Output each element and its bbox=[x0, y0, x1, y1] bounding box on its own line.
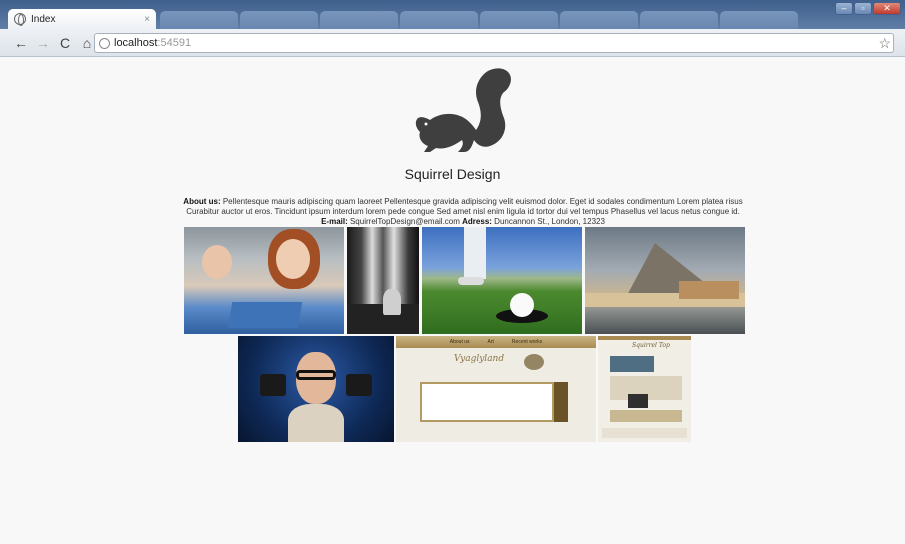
email-label: E-mail: bbox=[321, 217, 348, 226]
background-tab[interactable] bbox=[400, 11, 478, 29]
about-text: Pellentesque mauris adipiscing quam laor… bbox=[186, 197, 743, 216]
portfolio-image-website-2[interactable]: Squirrel Top bbox=[598, 336, 691, 442]
minimize-button[interactable]: – bbox=[835, 2, 853, 15]
photo-detail bbox=[346, 374, 372, 396]
address-label: Adress: bbox=[462, 217, 492, 226]
photo-detail bbox=[610, 356, 654, 372]
photo-detail bbox=[458, 277, 484, 285]
back-icon[interactable]: ← bbox=[12, 34, 30, 52]
url-port: :54591 bbox=[157, 37, 192, 49]
site-title: Squirrel Design bbox=[404, 166, 501, 182]
photo-detail bbox=[296, 370, 336, 380]
browser-tab-bar: Index × – ▫ ✕ bbox=[0, 0, 905, 29]
browser-toolbar: ← → C ⌂ localhost:54591 ☆ bbox=[0, 29, 905, 57]
photo-detail bbox=[598, 336, 691, 340]
photo-detail bbox=[602, 428, 687, 438]
address-bar[interactable]: localhost:54591 ☆ bbox=[94, 33, 894, 53]
tab-index[interactable]: Index × bbox=[8, 9, 156, 29]
mock-script-title: Vyaglyland bbox=[454, 354, 505, 364]
globe-icon bbox=[14, 13, 26, 26]
photo-detail bbox=[464, 227, 486, 279]
background-tab[interactable] bbox=[480, 11, 558, 29]
photo-detail bbox=[260, 374, 286, 396]
squirrel-logo bbox=[415, 68, 511, 152]
background-tab[interactable] bbox=[560, 11, 638, 29]
photo-detail bbox=[554, 382, 568, 422]
portfolio-image-golf[interactable] bbox=[422, 227, 582, 334]
email-value: SquirrelTopDesign@email.com bbox=[347, 217, 463, 226]
mock-nav-item: Recent works bbox=[511, 339, 543, 345]
photo-detail bbox=[610, 410, 682, 422]
photo-detail bbox=[420, 382, 554, 422]
photo-detail bbox=[383, 289, 401, 315]
photo-detail bbox=[288, 404, 344, 442]
maximize-button[interactable]: ▫ bbox=[854, 2, 872, 15]
page-info-icon[interactable] bbox=[99, 37, 110, 49]
mock-brand: Squirrel Top bbox=[632, 342, 670, 349]
background-tab[interactable] bbox=[160, 11, 238, 29]
mock-nav: About us Art Recent works bbox=[396, 336, 596, 348]
about-label: About us: bbox=[183, 197, 221, 206]
window-controls: – ▫ ✕ bbox=[835, 2, 901, 15]
photo-detail bbox=[202, 245, 232, 279]
background-tab[interactable] bbox=[320, 11, 398, 29]
photo-detail bbox=[276, 239, 310, 279]
background-tab[interactable] bbox=[240, 11, 318, 29]
tab-close-icon[interactable]: × bbox=[144, 14, 150, 25]
url-host: localhost bbox=[114, 37, 158, 49]
photo-detail bbox=[227, 302, 303, 328]
portfolio-image-girl-cameras[interactable] bbox=[238, 336, 394, 442]
reload-icon[interactable]: C bbox=[56, 34, 74, 52]
address-value: Duncannon St., London, 12323 bbox=[491, 217, 605, 226]
about-paragraph: About us: Pellentesque mauris adipiscing… bbox=[183, 197, 743, 227]
portfolio-image-window-figure[interactable] bbox=[347, 227, 419, 334]
background-tab[interactable] bbox=[640, 11, 718, 29]
photo-detail bbox=[679, 281, 739, 299]
background-tab[interactable] bbox=[720, 11, 798, 29]
mock-nav-item: About us bbox=[449, 339, 470, 345]
close-window-button[interactable]: ✕ bbox=[873, 2, 901, 15]
forward-icon[interactable]: → bbox=[34, 34, 52, 52]
bookmark-star-icon[interactable]: ☆ bbox=[878, 35, 891, 52]
portfolio-image-rock-coast[interactable] bbox=[585, 227, 745, 334]
portfolio-image-girls-reading[interactable] bbox=[184, 227, 344, 334]
photo-detail bbox=[510, 293, 534, 317]
photo-detail bbox=[628, 394, 648, 408]
photo-detail bbox=[524, 354, 544, 370]
tab-title: Index bbox=[31, 13, 56, 25]
mock-nav-item: Art bbox=[487, 339, 494, 345]
portfolio-image-website-1[interactable]: About us Art Recent works Vyaglyland bbox=[396, 336, 596, 442]
